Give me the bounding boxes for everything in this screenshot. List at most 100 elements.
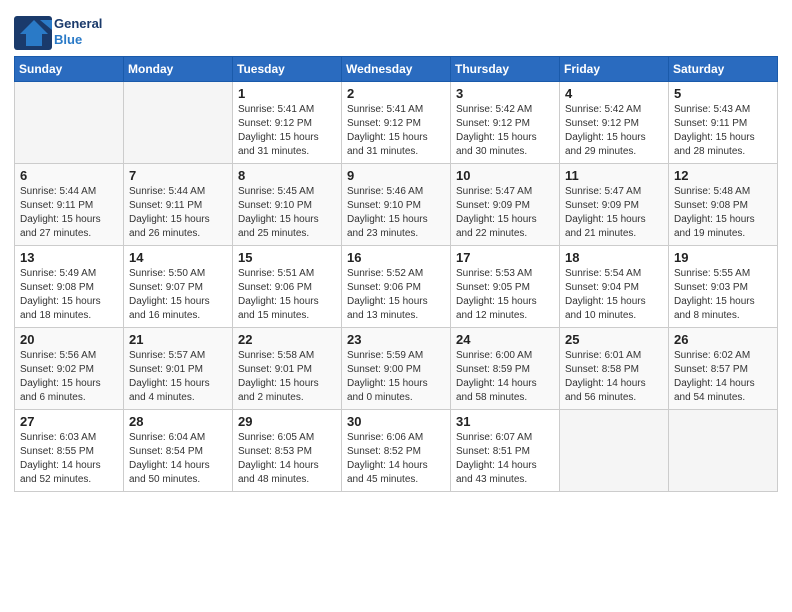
day-number: 8 (238, 168, 336, 183)
day-cell: 9 Sunrise: 5:46 AMSunset: 9:10 PMDaylight… (342, 164, 451, 246)
day-detail: Sunrise: 5:48 AMSunset: 9:08 PMDaylight:… (674, 185, 772, 241)
day-cell: 14 Sunrise: 5:50 AMSunset: 9:07 PMDayligh… (124, 246, 233, 328)
day-detail: Sunrise: 5:59 AMSunset: 9:00 PMDaylight:… (347, 349, 445, 405)
weekday-header-saturday: Saturday (669, 57, 778, 82)
weekday-header-sunday: Sunday (15, 57, 124, 82)
day-cell: 7 Sunrise: 5:44 AMSunset: 9:11 PMDaylight… (124, 164, 233, 246)
day-cell: 15 Sunrise: 5:51 AMSunset: 9:06 PMDayligh… (233, 246, 342, 328)
day-number: 14 (129, 250, 227, 265)
day-number: 28 (129, 414, 227, 429)
weekday-header-wednesday: Wednesday (342, 57, 451, 82)
week-row-4: 20 Sunrise: 5:56 AMSunset: 9:02 PMDayligh… (15, 328, 778, 410)
day-cell: 11Sunrise: 5:47 AMSunset: 9:09 PMDayligh… (560, 164, 669, 246)
day-detail: Sunrise: 5:42 AMSunset: 9:12 PMDaylight:… (565, 103, 663, 159)
day-detail: Sunrise: 5:41 AMSunset: 9:12 PMDaylight:… (238, 103, 336, 159)
day-cell: 31 Sunrise: 6:07 AMSunset: 8:51 PMDayligh… (451, 410, 560, 492)
day-number: 4 (565, 86, 663, 101)
day-detail: Sunrise: 5:44 AMSunset: 9:11 PMDaylight:… (129, 185, 227, 241)
day-number: 17 (456, 250, 554, 265)
day-cell: 2 Sunrise: 5:41 AMSunset: 9:12 PMDaylight… (342, 82, 451, 164)
day-detail: Sunrise: 6:06 AMSunset: 8:52 PMDaylight:… (347, 431, 445, 487)
calendar-page: General Blue SundayMondayTuesdayWednesda… (0, 0, 792, 612)
day-detail: Sunrise: 5:58 AMSunset: 9:01 PMDaylight:… (238, 349, 336, 405)
header: General Blue (14, 10, 778, 48)
day-detail: Sunrise: 5:53 AMSunset: 9:05 PMDaylight:… (456, 267, 554, 323)
day-number: 16 (347, 250, 445, 265)
day-cell: 21 Sunrise: 5:57 AMSunset: 9:01 PMDayligh… (124, 328, 233, 410)
day-cell: 10 Sunrise: 5:47 AMSunset: 9:09 PMDayligh… (451, 164, 560, 246)
day-number: 5 (674, 86, 772, 101)
logo-text: General Blue (54, 16, 102, 47)
day-detail: Sunrise: 5:57 AMSunset: 9:01 PMDaylight:… (129, 349, 227, 405)
day-detail: Sunrise: 5:47 AMSunset: 9:09 PMDaylight:… (565, 185, 663, 241)
day-cell: 13 Sunrise: 5:49 AMSunset: 9:08 PMDayligh… (15, 246, 124, 328)
logo-icon (14, 16, 50, 48)
day-detail: Sunrise: 6:07 AMSunset: 8:51 PMDaylight:… (456, 431, 554, 487)
day-number: 29 (238, 414, 336, 429)
weekday-header-thursday: Thursday (451, 57, 560, 82)
day-cell: 1Sunrise: 5:41 AMSunset: 9:12 PMDaylight… (233, 82, 342, 164)
weekday-header-monday: Monday (124, 57, 233, 82)
day-cell: 19 Sunrise: 5:55 AMSunset: 9:03 PMDayligh… (669, 246, 778, 328)
day-number: 24 (456, 332, 554, 347)
week-row-3: 13 Sunrise: 5:49 AMSunset: 9:08 PMDayligh… (15, 246, 778, 328)
day-number: 15 (238, 250, 336, 265)
day-number: 13 (20, 250, 118, 265)
day-cell: 3 Sunrise: 5:42 AMSunset: 9:12 PMDaylight… (451, 82, 560, 164)
day-number: 9 (347, 168, 445, 183)
day-number: 3 (456, 86, 554, 101)
day-number: 10 (456, 168, 554, 183)
day-cell: 20 Sunrise: 5:56 AMSunset: 9:02 PMDayligh… (15, 328, 124, 410)
day-number: 12 (674, 168, 772, 183)
day-number: 31 (456, 414, 554, 429)
day-detail: Sunrise: 6:02 AMSunset: 8:57 PMDaylight:… (674, 349, 772, 405)
day-number: 23 (347, 332, 445, 347)
day-detail: Sunrise: 5:49 AMSunset: 9:08 PMDaylight:… (20, 267, 118, 323)
day-cell: 17 Sunrise: 5:53 AMSunset: 9:05 PMDayligh… (451, 246, 560, 328)
day-cell: 30 Sunrise: 6:06 AMSunset: 8:52 PMDayligh… (342, 410, 451, 492)
weekday-header-row: SundayMondayTuesdayWednesdayThursdayFrid… (15, 57, 778, 82)
day-detail: Sunrise: 5:45 AMSunset: 9:10 PMDaylight:… (238, 185, 336, 241)
day-detail: Sunrise: 5:47 AMSunset: 9:09 PMDaylight:… (456, 185, 554, 241)
day-number: 20 (20, 332, 118, 347)
day-number: 6 (20, 168, 118, 183)
day-number: 2 (347, 86, 445, 101)
day-cell: 6Sunrise: 5:44 AMSunset: 9:11 PMDaylight… (15, 164, 124, 246)
weekday-header-friday: Friday (560, 57, 669, 82)
day-detail: Sunrise: 5:50 AMSunset: 9:07 PMDaylight:… (129, 267, 227, 323)
day-detail: Sunrise: 5:46 AMSunset: 9:10 PMDaylight:… (347, 185, 445, 241)
day-detail: Sunrise: 5:55 AMSunset: 9:03 PMDaylight:… (674, 267, 772, 323)
day-number: 22 (238, 332, 336, 347)
day-number: 7 (129, 168, 227, 183)
day-detail: Sunrise: 5:41 AMSunset: 9:12 PMDaylight:… (347, 103, 445, 159)
day-number: 27 (20, 414, 118, 429)
weekday-header-tuesday: Tuesday (233, 57, 342, 82)
day-cell: 24 Sunrise: 6:00 AMSunset: 8:59 PMDayligh… (451, 328, 560, 410)
day-detail: Sunrise: 5:54 AMSunset: 9:04 PMDaylight:… (565, 267, 663, 323)
day-cell (15, 82, 124, 164)
day-cell: 25 Sunrise: 6:01 AMSunset: 8:58 PMDayligh… (560, 328, 669, 410)
day-number: 21 (129, 332, 227, 347)
day-number: 19 (674, 250, 772, 265)
day-number: 25 (565, 332, 663, 347)
day-cell: 26 Sunrise: 6:02 AMSunset: 8:57 PMDayligh… (669, 328, 778, 410)
day-detail: Sunrise: 6:01 AMSunset: 8:58 PMDaylight:… (565, 349, 663, 405)
day-cell: 22 Sunrise: 5:58 AMSunset: 9:01 PMDayligh… (233, 328, 342, 410)
day-cell: 23 Sunrise: 5:59 AMSunset: 9:00 PMDayligh… (342, 328, 451, 410)
day-number: 18 (565, 250, 663, 265)
day-cell: 29 Sunrise: 6:05 AMSunset: 8:53 PMDayligh… (233, 410, 342, 492)
week-row-2: 6 Sunrise: 5:44 AMSunset: 9:11 PMDaylight… (15, 164, 778, 246)
day-number: 26 (674, 332, 772, 347)
day-detail: Sunrise: 6:05 AMSunset: 8:53 PMDaylight:… (238, 431, 336, 487)
day-cell: 18 Sunrise: 5:54 AMSunset: 9:04 PMDayligh… (560, 246, 669, 328)
day-detail: Sunrise: 5:56 AMSunset: 9:02 PMDaylight:… (20, 349, 118, 405)
day-detail: Sunrise: 5:43 AMSunset: 9:11 PMDaylight:… (674, 103, 772, 159)
day-detail: Sunrise: 6:00 AMSunset: 8:59 PMDaylight:… (456, 349, 554, 405)
day-number: 30 (347, 414, 445, 429)
day-cell: 27Sunrise: 6:03 AMSunset: 8:55 PMDayligh… (15, 410, 124, 492)
logo: General Blue (14, 16, 102, 48)
day-detail: Sunrise: 5:51 AMSunset: 9:06 PMDaylight:… (238, 267, 336, 323)
day-cell: 28Sunrise: 6:04 AMSunset: 8:54 PMDayligh… (124, 410, 233, 492)
day-detail: Sunrise: 5:42 AMSunset: 9:12 PMDaylight:… (456, 103, 554, 159)
day-cell: 4 Sunrise: 5:42 AMSunset: 9:12 PMDaylight… (560, 82, 669, 164)
